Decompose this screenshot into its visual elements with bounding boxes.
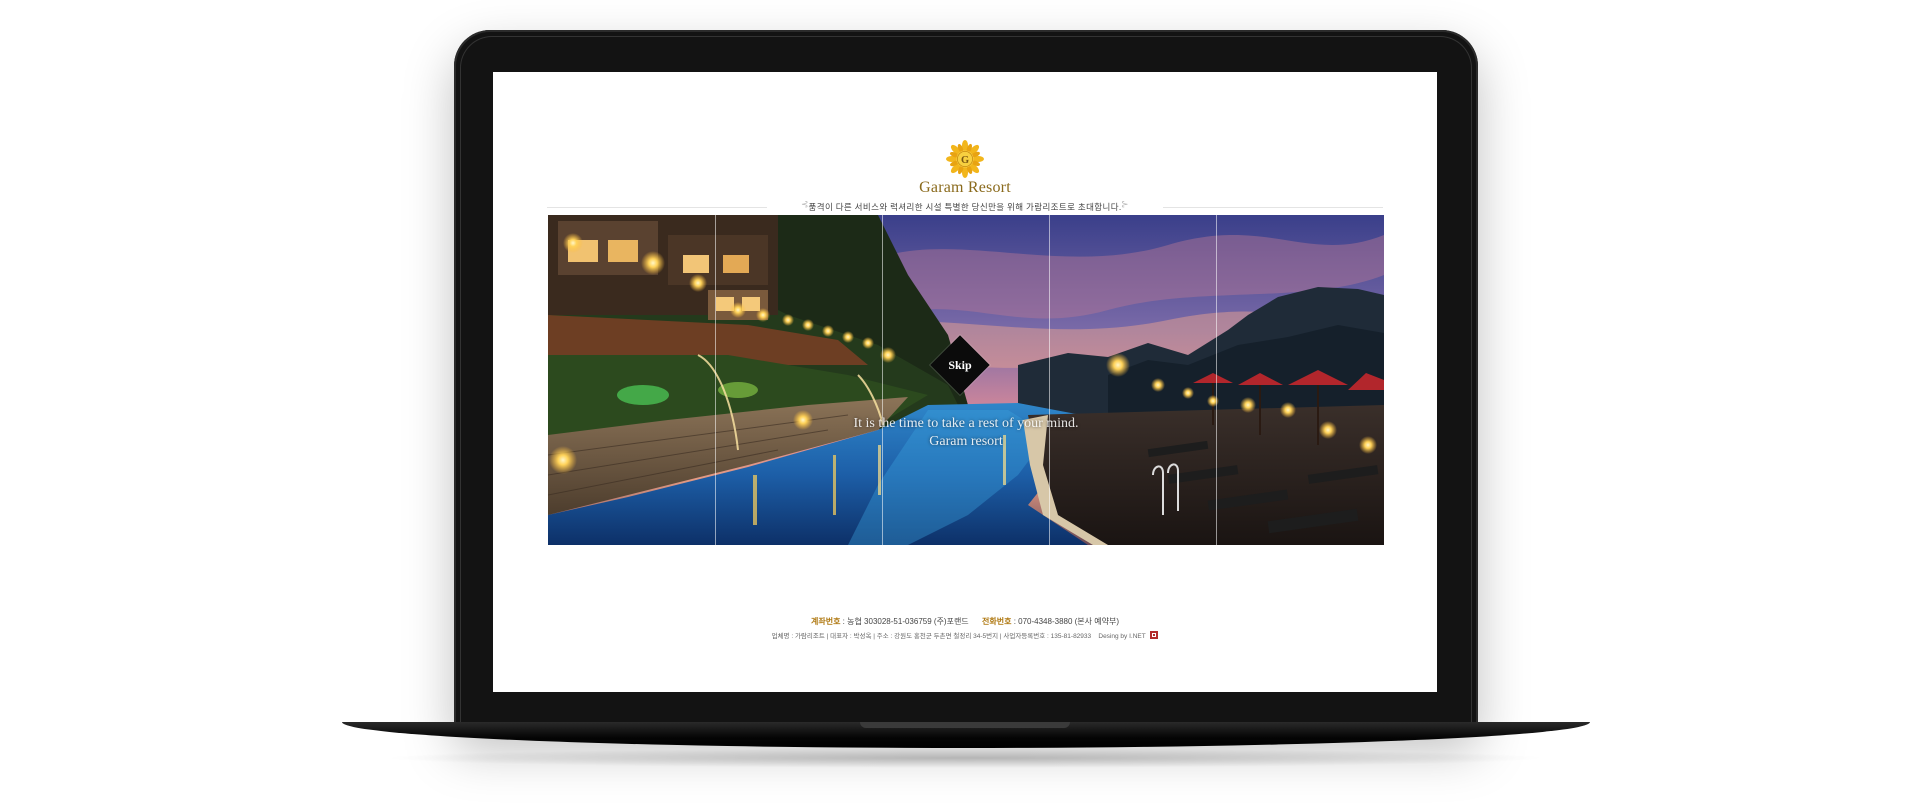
skip-label: Skip bbox=[948, 357, 972, 372]
hero-caption-line2: Garam resort bbox=[929, 434, 1003, 449]
panel-divider bbox=[882, 215, 883, 545]
browser-screen: G Garam Resort ⊰ ⊱ 품격이 다른 서비스와 럭셔리한 시설 특… bbox=[493, 72, 1437, 692]
certification-mark-icon[interactable] bbox=[1150, 631, 1159, 639]
tagline: 품격이 다른 서비스와 럭셔리한 시설 특별한 당신만을 위해 가람리조트로 초… bbox=[808, 202, 1122, 212]
sunflower-logo-icon: G bbox=[946, 140, 984, 178]
logo-letter: G bbox=[961, 155, 969, 166]
site-logo[interactable]: G Garam Resort bbox=[493, 140, 1437, 197]
panel-divider bbox=[1216, 215, 1217, 545]
footer-business-info: 업체명 : 가람리조트 | 대표자 : 박성옥 | 주소 : 강원도 홍천군 두… bbox=[493, 631, 1437, 642]
site-title: Garam Resort bbox=[919, 179, 1011, 196]
account-value: : 농협 303028-51-036759 (주)포랜드 bbox=[842, 617, 969, 626]
account-label: 계좌번호 bbox=[810, 617, 841, 626]
hero-slideshow[interactable]: Skip It is the time to take a rest of yo… bbox=[548, 215, 1384, 545]
site-footer: 계좌번호 : 농협 303028-51-036759 (주)포랜드 전화번호 :… bbox=[493, 616, 1437, 642]
panel-divider bbox=[715, 215, 716, 545]
phone-label: 전화번호 bbox=[982, 617, 1012, 626]
panel-divider bbox=[1049, 215, 1050, 545]
laptop-shadow bbox=[380, 748, 1550, 768]
hero-caption-line1: It is the time to take a rest of your mi… bbox=[853, 416, 1079, 431]
tagline-bar: ⊰ ⊱ 품격이 다른 서비스와 럭셔리한 시설 특별한 당신만을 위해 가람리조… bbox=[547, 200, 1383, 214]
laptop-notch bbox=[860, 722, 1070, 728]
footer-contact: 계좌번호 : 농협 303028-51-036759 (주)포랜드 전화번호 :… bbox=[493, 616, 1437, 628]
skip-button[interactable]: Skip bbox=[930, 335, 990, 395]
designer-credit[interactable]: Desing by I.NET bbox=[1098, 633, 1145, 640]
business-info: 업체명 : 가람리조트 | 대표자 : 박성옥 | 주소 : 강원도 홍천군 두… bbox=[771, 633, 1092, 640]
mockup-stage: G Garam Resort ⊰ ⊱ 품격이 다른 서비스와 럭셔리한 시설 특… bbox=[0, 0, 1920, 804]
phone-value: : 070-4348-3880 (본사 예약부) bbox=[1013, 617, 1119, 626]
hero-caption: It is the time to take a rest of your mi… bbox=[548, 415, 1384, 451]
